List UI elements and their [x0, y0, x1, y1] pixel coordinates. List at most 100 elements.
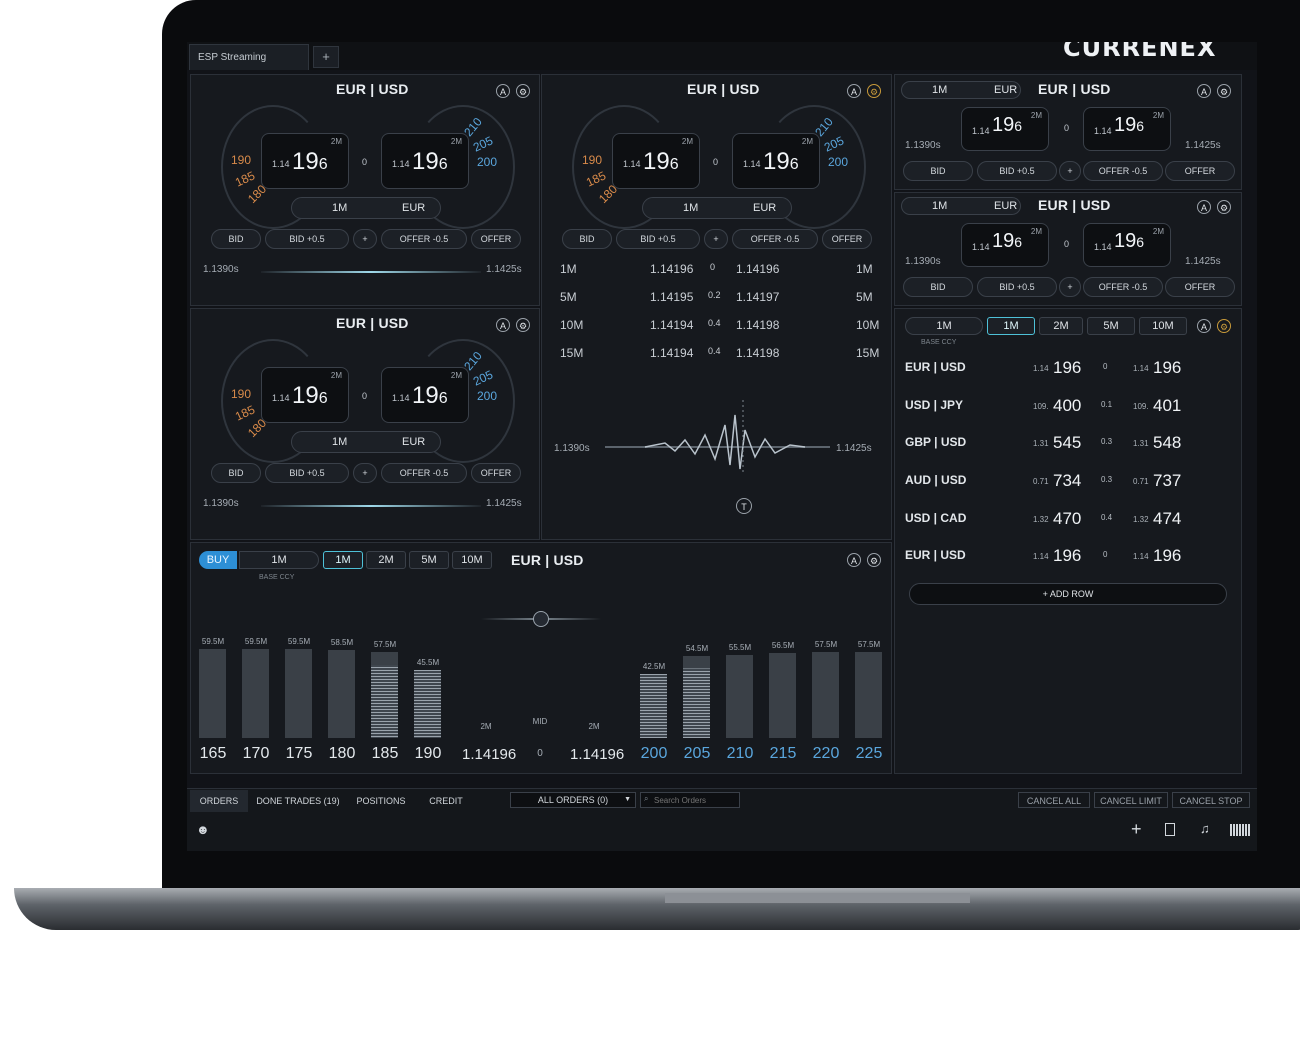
ladder-row[interactable]: 15M 1.14194 0.4 1.14198 15M — [560, 346, 880, 366]
user-icon[interactable]: ☻ — [196, 822, 210, 837]
depth-tenor[interactable]: 10M — [452, 551, 492, 569]
watchlist-tenor[interactable]: 10M — [1139, 317, 1187, 335]
bid-tick-label[interactable]: 190 — [408, 745, 448, 763]
ask-tick-label[interactable]: 205 — [677, 745, 717, 763]
range-slider[interactable] — [261, 505, 481, 507]
settings-icon[interactable]: ⚙ — [516, 84, 530, 98]
tab-positions[interactable]: POSITIONS — [348, 790, 414, 812]
alert-icon[interactable]: A — [847, 84, 861, 98]
ask-depth-bar[interactable] — [640, 674, 667, 738]
bid-depth-bar[interactable] — [371, 652, 398, 738]
offer-minus-button[interactable]: OFFER -0.5 — [381, 463, 467, 483]
bid-button[interactable]: BID — [903, 277, 973, 297]
bid-tick-label[interactable]: 185 — [365, 745, 405, 763]
alert-icon[interactable]: A — [1197, 200, 1211, 214]
add-row-button[interactable]: + ADD ROW — [909, 583, 1227, 605]
bid-button[interactable]: BID — [562, 229, 612, 249]
bid-plus-button[interactable]: BID +0.5 — [265, 463, 349, 483]
alert-icon[interactable]: A — [496, 84, 510, 98]
watchlist-tenor[interactable]: 5M — [1087, 317, 1135, 335]
offer-price-box[interactable]: 1.14 196 2M — [381, 133, 469, 189]
alert-icon[interactable]: A — [1197, 84, 1211, 98]
bid-price-box[interactable]: 1.14 196 2M — [961, 223, 1049, 267]
depth-slider-handle[interactable] — [533, 611, 549, 627]
bid-tick-label[interactable]: 180 — [322, 745, 362, 763]
bid-tick-label[interactable]: 175 — [279, 745, 319, 763]
offer-price-box[interactable]: 1.14 196 2M — [1083, 223, 1171, 267]
offer-button[interactable]: OFFER — [471, 229, 521, 249]
buy-toggle[interactable]: BUY — [199, 551, 237, 569]
watchlist-tenor[interactable]: 1M — [987, 317, 1035, 335]
bid-button[interactable]: BID — [903, 161, 973, 181]
settings-icon[interactable]: ⚙ — [867, 553, 881, 567]
bid-depth-bar[interactable] — [328, 650, 355, 738]
bid-price-box[interactable]: 1.14 196 2M — [612, 133, 700, 189]
cancel-all-button[interactable]: CANCEL ALL — [1018, 792, 1090, 808]
tab-orders[interactable]: ORDERS — [190, 790, 248, 812]
watchlist-tenor[interactable]: 1M — [905, 317, 983, 335]
bid-price-box[interactable]: 1.14 196 2M — [961, 107, 1049, 151]
watchlist-row[interactable]: EUR | USD 1.14 196 0 1.14 196 — [905, 358, 1235, 380]
bid-plus-button[interactable]: BID +0.5 — [977, 161, 1057, 181]
watchlist-row[interactable]: USD | JPY 109. 400 0.1 109. 401 — [905, 396, 1235, 418]
bid-button[interactable]: BID — [211, 229, 261, 249]
amount-selector[interactable]: 1M EUR — [291, 431, 441, 453]
ask-mid-price[interactable]: 1.14196 — [570, 746, 624, 763]
offer-button[interactable]: OFFER — [1165, 161, 1235, 181]
bid-depth-bar[interactable] — [285, 649, 312, 738]
ask-depth-bar[interactable] — [855, 652, 882, 738]
add-tab-button[interactable]: + — [313, 46, 339, 68]
bid-tick-label[interactable]: 170 — [236, 745, 276, 763]
amount-selector[interactable]: 1M EUR — [642, 197, 792, 219]
orders-filter-select[interactable]: ALL ORDERS (0) ▼ — [510, 792, 636, 808]
offer-minus-button[interactable]: OFFER -0.5 — [732, 229, 818, 249]
bid-depth-bar[interactable] — [199, 649, 226, 738]
document-icon[interactable] — [1165, 823, 1175, 836]
bid-depth-bar[interactable] — [414, 670, 441, 738]
tab-esp-streaming[interactable]: ESP Streaming — [189, 44, 309, 70]
plus-icon[interactable]: + — [1131, 819, 1142, 840]
bid-mid-price[interactable]: 1.14196 — [462, 746, 516, 763]
add-order-button[interactable]: + — [353, 229, 377, 249]
ladder-row[interactable]: 5M 1.14195 0.2 1.14197 5M — [560, 290, 880, 310]
depth-tenor[interactable]: 2M — [366, 551, 406, 569]
offer-price-box[interactable]: 1.14 196 2M — [732, 133, 820, 189]
ask-tick-label[interactable]: 220 — [806, 745, 846, 763]
bid-depth-bar[interactable] — [242, 649, 269, 738]
depth-tenor[interactable]: 1M — [323, 551, 363, 569]
ask-tick-label[interactable]: 215 — [763, 745, 803, 763]
add-order-button[interactable]: + — [704, 229, 728, 249]
search-orders-input[interactable] — [654, 793, 738, 807]
settings-icon[interactable]: ⚙ — [867, 84, 881, 98]
settings-icon[interactable]: ⚙ — [1217, 200, 1231, 214]
settings-icon[interactable]: ⚙ — [1217, 319, 1231, 333]
offer-button[interactable]: OFFER — [471, 463, 521, 483]
bid-plus-button[interactable]: BID +0.5 — [616, 229, 700, 249]
offer-price-box[interactable]: 1.14 196 2M — [1083, 107, 1171, 151]
ask-depth-bar[interactable] — [683, 656, 710, 738]
alert-icon[interactable]: A — [847, 553, 861, 567]
tab-credit[interactable]: CREDIT — [416, 790, 476, 812]
offer-button[interactable]: OFFER — [822, 229, 872, 249]
bid-price-box[interactable]: 1.14 196 2M — [261, 133, 349, 189]
offer-minus-button[interactable]: OFFER -0.5 — [1083, 161, 1163, 181]
watchlist-row[interactable]: GBP | USD 1.31 545 0.3 1.31 548 — [905, 433, 1235, 455]
alert-icon[interactable]: A — [496, 318, 510, 332]
bid-plus-button[interactable]: BID +0.5 — [265, 229, 349, 249]
amount-selector[interactable]: 1M EUR — [901, 197, 1021, 215]
ask-depth-bar[interactable] — [769, 653, 796, 738]
settings-icon[interactable]: ⚙ — [1217, 84, 1231, 98]
ladder-row[interactable]: 1M 1.14196 0 1.14196 1M — [560, 262, 880, 282]
trade-icon[interactable]: T — [736, 498, 752, 514]
alert-icon[interactable]: A — [1197, 319, 1211, 333]
bid-price-box[interactable]: 1.14 196 2M — [261, 367, 349, 423]
bid-button[interactable]: BID — [211, 463, 261, 483]
settings-icon[interactable]: ⚙ — [516, 318, 530, 332]
tab-done-trades[interactable]: DONE TRADES (19) — [250, 790, 346, 812]
ask-tick-label[interactable]: 225 — [849, 745, 889, 763]
add-order-button[interactable]: + — [1059, 161, 1081, 181]
add-order-button[interactable]: + — [1059, 277, 1081, 297]
watchlist-row[interactable]: EUR | USD 1.14 196 0 1.14 196 — [905, 546, 1235, 568]
depth-amount[interactable]: 1M — [239, 551, 319, 569]
depth-tenor[interactable]: 5M — [409, 551, 449, 569]
